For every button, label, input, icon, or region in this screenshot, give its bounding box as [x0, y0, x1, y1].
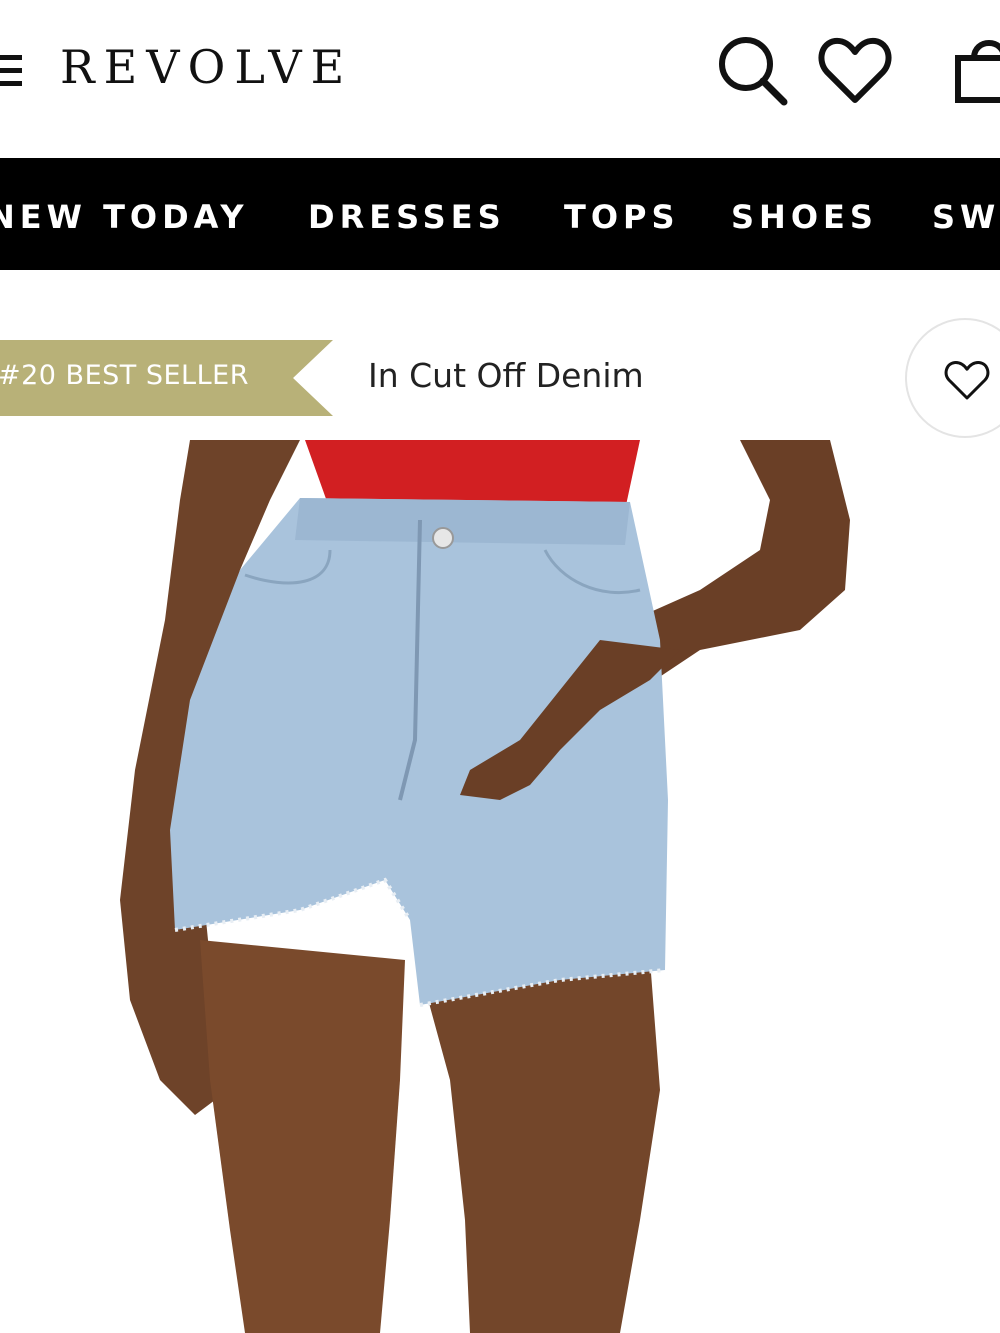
bag-icon[interactable]	[952, 30, 1000, 110]
product-name: In Cut Off Denim	[368, 356, 644, 395]
heart-icon[interactable]	[815, 30, 895, 110]
nav-tops[interactable]: TOPS	[564, 198, 680, 236]
site-header: REVOLVE	[0, 0, 1000, 158]
nav-dresses[interactable]: DRESSES	[308, 198, 506, 236]
revolve-logo[interactable]: REVOLVE	[60, 40, 353, 94]
nav-swim[interactable]: SW	[932, 198, 1000, 236]
best-seller-label: #20 BEST SELLER	[0, 360, 249, 391]
category-nav: NEW TODAY DRESSES TOPS SHOES SW	[0, 158, 1000, 270]
menu-icon[interactable]	[0, 55, 22, 87]
add-to-wishlist-button[interactable]	[905, 318, 1000, 438]
product-image[interactable]	[0, 440, 1000, 1333]
nav-shoes[interactable]: SHOES	[731, 198, 878, 236]
heart-outline-icon	[944, 361, 990, 400]
search-icon[interactable]	[712, 30, 792, 110]
best-seller-badge: #20 BEST SELLER	[0, 340, 333, 416]
nav-new-today[interactable]: NEW TODAY	[0, 198, 249, 236]
